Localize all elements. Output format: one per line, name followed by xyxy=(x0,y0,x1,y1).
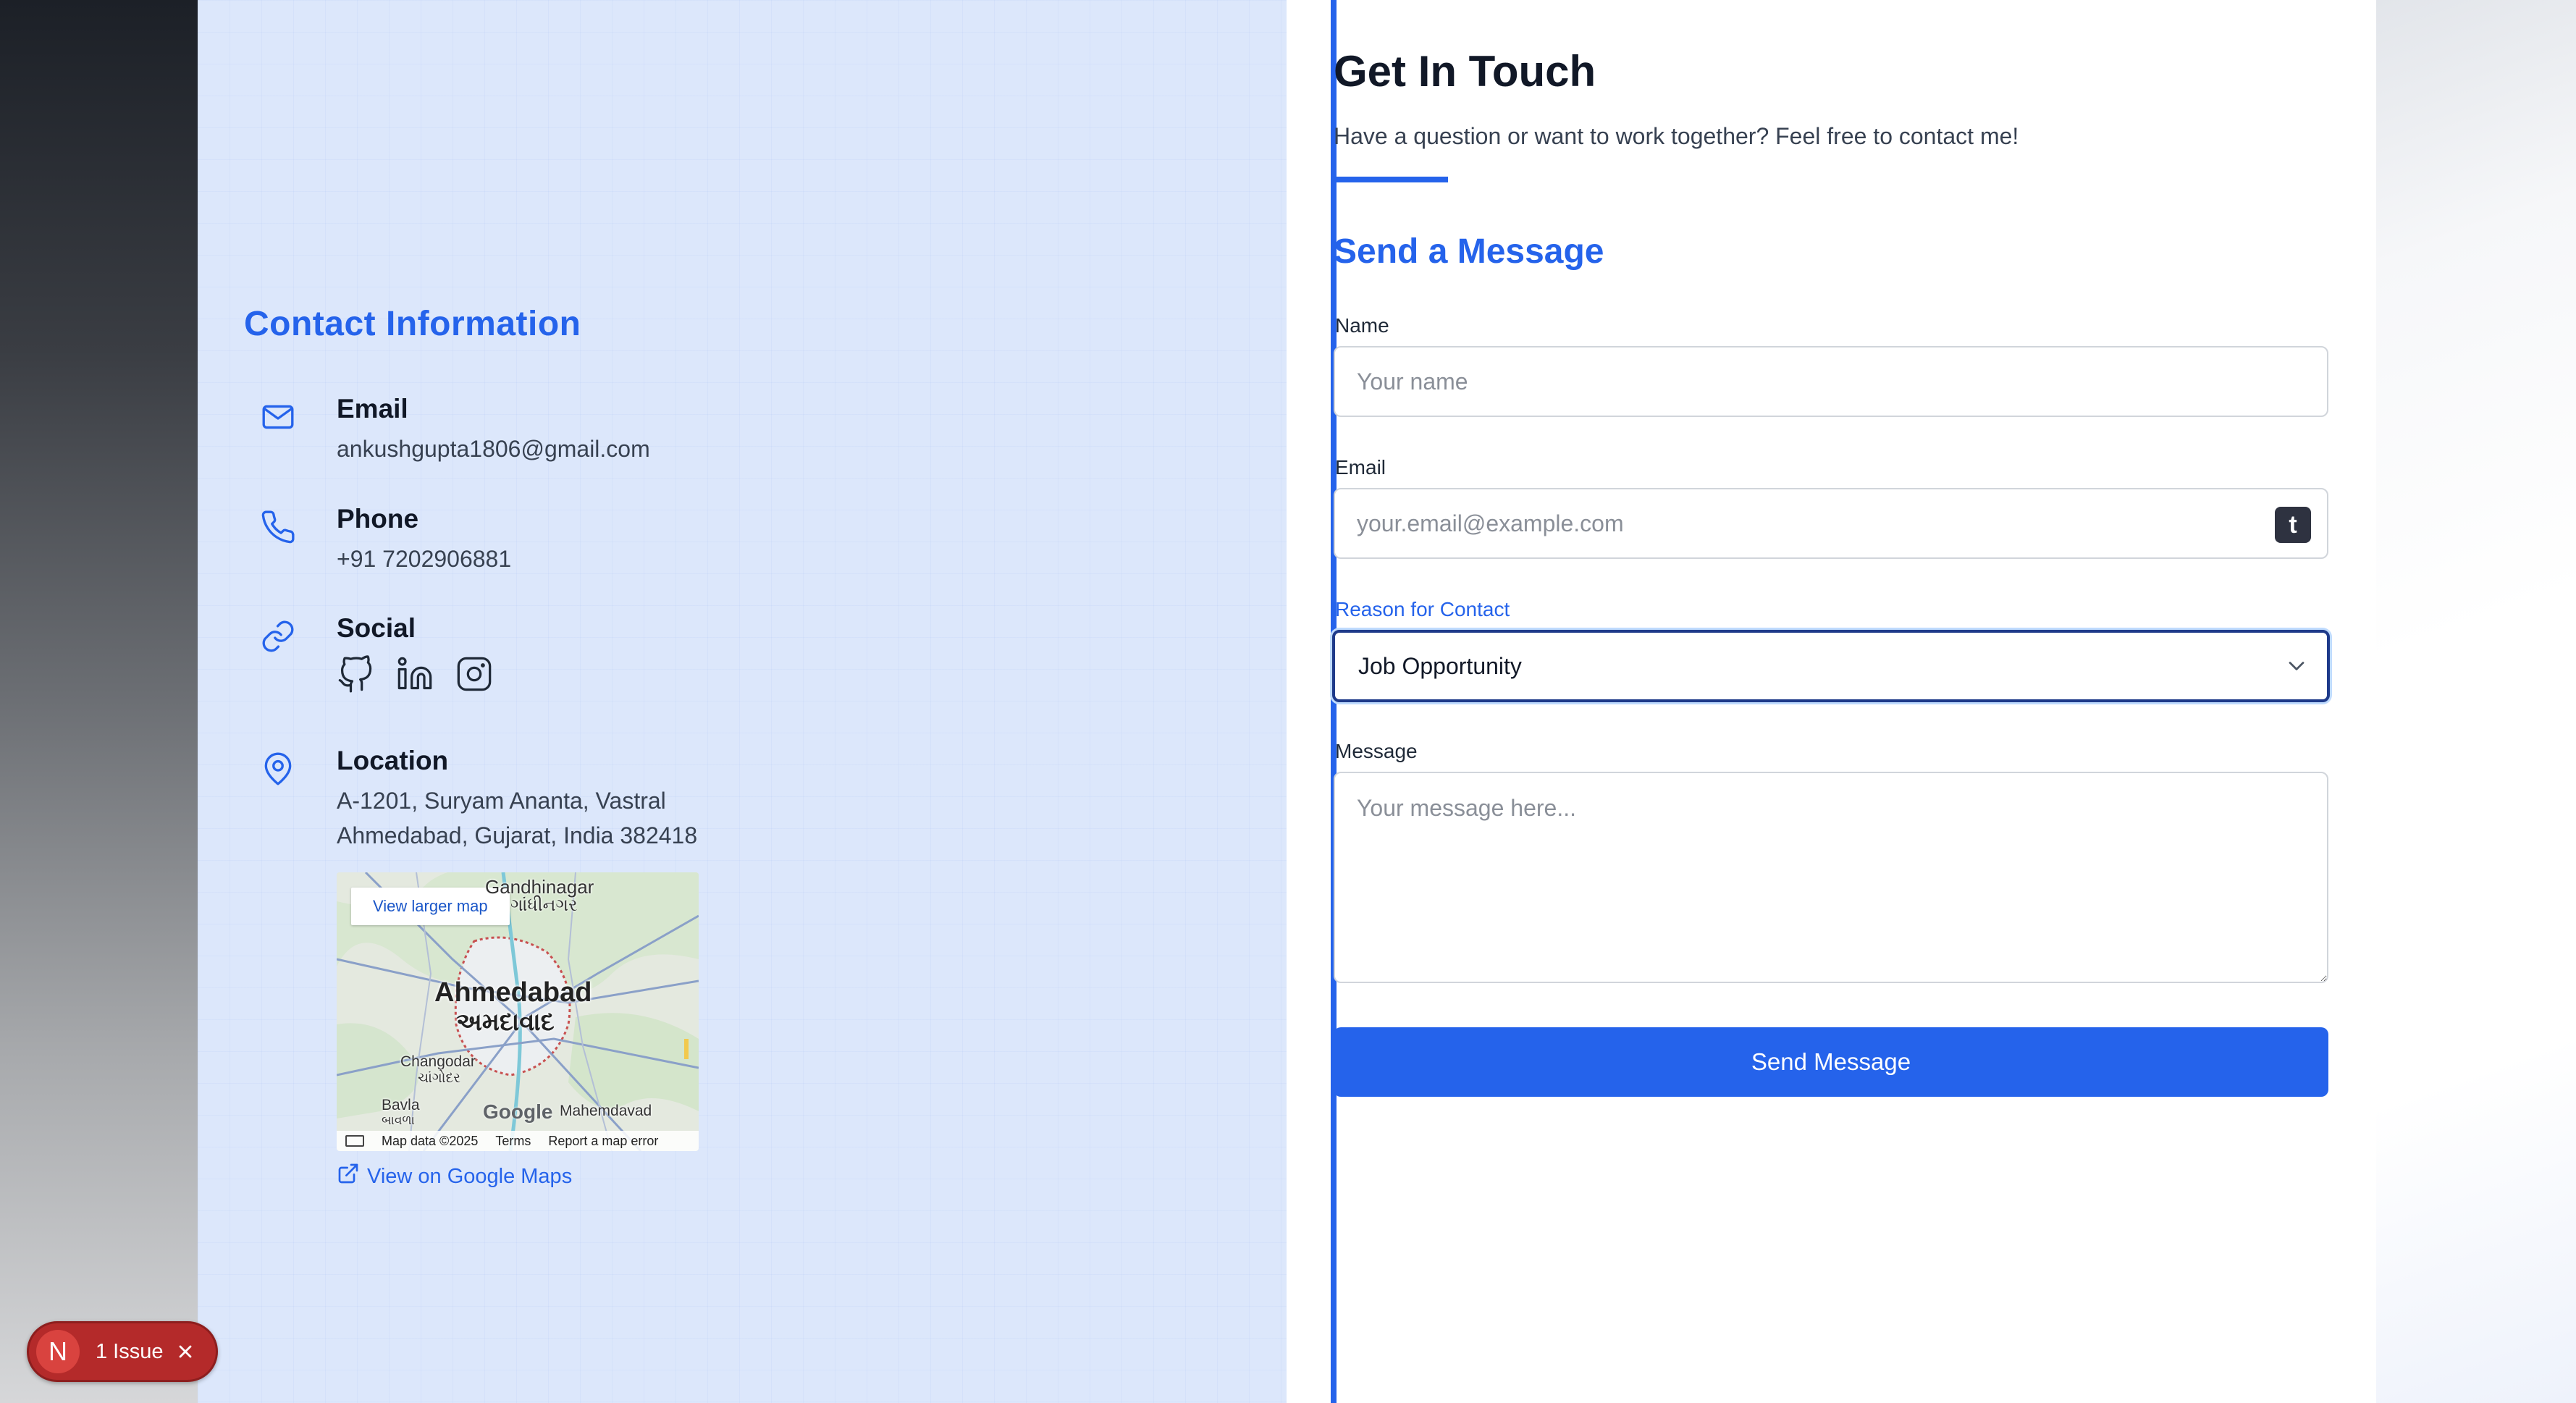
map-label-mahemdavad: Mahemdavad xyxy=(560,1103,652,1119)
extension-badge-icon[interactable]: t xyxy=(2275,507,2311,543)
reason-select[interactable]: Job Opportunity xyxy=(1332,630,2330,702)
phone-label: Phone xyxy=(337,504,419,534)
map-label-changodar: Changodar xyxy=(400,1053,476,1070)
github-icon[interactable] xyxy=(337,655,374,693)
issue-count: 1 Issue xyxy=(96,1339,164,1363)
map-label-changodar-gujarati: ચાંગોદર xyxy=(418,1071,460,1086)
chevron-down-icon xyxy=(2284,653,2310,679)
google-logo: Google xyxy=(483,1100,553,1123)
nextjs-logo-icon: N xyxy=(36,1330,80,1373)
email-label: Email xyxy=(337,394,408,424)
map-footer: Map data ©2025 Terms Report a map error xyxy=(337,1131,699,1151)
map-label-gandhinagar-gujarati: ગાંધીનગર xyxy=(510,896,578,915)
link-icon xyxy=(255,613,301,660)
location-label: Location xyxy=(337,746,449,775)
name-input[interactable] xyxy=(1334,346,2328,417)
form-title: Send a Message xyxy=(1334,232,1604,271)
map-data-credit: Map data ©2025 xyxy=(382,1133,479,1148)
email-field-label: Email xyxy=(1335,456,1386,479)
map-report-link[interactable]: Report a map error xyxy=(548,1134,658,1149)
linkedin-icon[interactable] xyxy=(396,655,434,693)
mail-icon xyxy=(255,394,301,440)
map-terms-link[interactable]: Terms xyxy=(495,1134,531,1149)
name-label: Name xyxy=(1335,314,1389,337)
send-message-button[interactable]: Send Message xyxy=(1334,1027,2328,1097)
page-background-right xyxy=(2376,0,2576,1403)
social-links xyxy=(337,655,493,693)
page-subtitle: Have a question or want to work together… xyxy=(1334,123,2019,149)
map-label-bavla: Bavla xyxy=(382,1097,420,1113)
issue-indicator[interactable]: N 1 Issue xyxy=(27,1321,218,1382)
map-pin-icon xyxy=(255,746,301,792)
phone-icon xyxy=(255,504,301,550)
email-input[interactable] xyxy=(1334,488,2328,559)
location-line-2: Ahmedabad, Gujarat, India 382418 xyxy=(337,822,698,848)
embedded-map[interactable]: View larger map Gandhinagar ગાંધીનગર Ahm… xyxy=(337,872,699,1151)
close-icon[interactable] xyxy=(175,1341,195,1362)
view-on-google-maps-link[interactable]: View on Google Maps xyxy=(337,1162,572,1191)
social-label: Social xyxy=(337,613,416,643)
contact-info-title: Contact Information xyxy=(244,305,581,343)
map-label-city-gujarati: અમદાવાદ xyxy=(456,1008,555,1036)
external-link-icon xyxy=(337,1162,360,1191)
keyboard-icon[interactable] xyxy=(345,1135,364,1147)
instagram-icon[interactable] xyxy=(455,655,493,693)
reason-label: Reason for Contact xyxy=(1335,598,1510,620)
title-underline xyxy=(1334,177,1448,182)
email-value[interactable]: ankushgupta1806@gmail.com xyxy=(337,431,650,466)
map-label-bavla-gujarati: બાવળા xyxy=(382,1113,415,1127)
message-textarea[interactable] xyxy=(1334,772,2328,983)
reason-selected-value: Job Opportunity xyxy=(1358,653,1522,679)
page-title: Get In Touch xyxy=(1334,47,1596,96)
phone-value[interactable]: +91 7202906881 xyxy=(337,542,511,576)
page-background-left xyxy=(0,0,198,1403)
message-label: Message xyxy=(1335,740,1418,762)
google-maps-link-label: View on Google Maps xyxy=(367,1164,573,1188)
location-line-1: A-1201, Suryam Ananta, Vastral xyxy=(337,788,666,814)
contact-info-panel xyxy=(198,0,1287,1403)
map-label-city: Ahmedabad xyxy=(434,977,592,1008)
